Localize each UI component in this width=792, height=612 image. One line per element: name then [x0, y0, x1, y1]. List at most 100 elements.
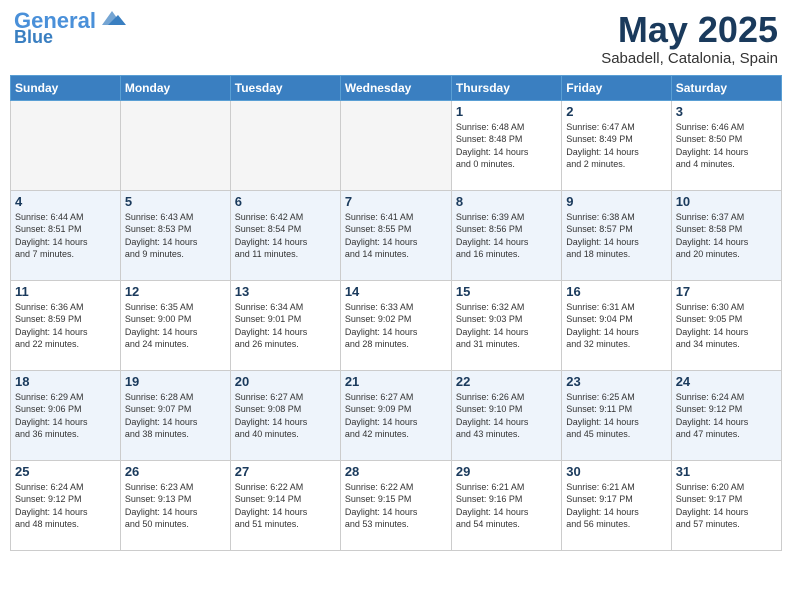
calendar-week-row: 11 Sunrise: 6:36 AM Sunset: 8:59 PM Dayli… [11, 280, 782, 370]
day-info: Sunrise: 6:39 AM Sunset: 8:56 PM Dayligh… [456, 211, 557, 261]
calendar-cell: 8 Sunrise: 6:39 AM Sunset: 8:56 PM Daylig… [451, 190, 561, 280]
calendar-subtitle: Sabadell, Catalonia, Spain [601, 50, 778, 67]
day-info: Sunrise: 6:26 AM Sunset: 9:10 PM Dayligh… [456, 391, 557, 441]
header: General Blue May 2025 Sabadell, Cataloni… [10, 10, 782, 67]
calendar-week-row: 18Sunrise: 6:29 AM Sunset: 9:06 PM Dayli… [11, 370, 782, 460]
calendar-week-row: 25 Sunrise: 6:24 AM Sunset: 9:12 PM Dayli… [11, 460, 782, 550]
day-info: Sunrise: 6:36 AM Sunset: 8:59 PM Dayligh… [15, 301, 116, 351]
day-number: 15 [456, 284, 557, 299]
weekday-header-saturday: Saturday [671, 75, 781, 100]
day-number: 27 [235, 464, 336, 479]
day-info: Sunrise: 6:44 AM Sunset: 8:51 PM Dayligh… [15, 211, 116, 261]
calendar-cell: 25 Sunrise: 6:24 AM Sunset: 9:12 PM Dayli… [11, 460, 121, 550]
day-info: Sunrise: 6:47 AM Sunset: 8:49 PM Dayligh… [566, 121, 666, 171]
calendar-cell: 28Sunrise: 6:22 AM Sunset: 9:15 PM Dayli… [340, 460, 451, 550]
day-number: 31 [676, 464, 777, 479]
day-info: Sunrise: 6:24 AM Sunset: 9:12 PM Dayligh… [676, 391, 777, 441]
day-info: Sunrise: 6:22 AM Sunset: 9:14 PM Dayligh… [235, 481, 336, 531]
title-area: May 2025 Sabadell, Catalonia, Spain [601, 10, 778, 67]
day-info: Sunrise: 6:37 AM Sunset: 8:58 PM Dayligh… [676, 211, 777, 261]
calendar-cell: 4 Sunrise: 6:44 AM Sunset: 8:51 PM Daylig… [11, 190, 121, 280]
day-info: Sunrise: 6:30 AM Sunset: 9:05 PM Dayligh… [676, 301, 777, 351]
day-number: 28 [345, 464, 447, 479]
calendar-cell: 16 Sunrise: 6:31 AM Sunset: 9:04 PM Dayli… [562, 280, 671, 370]
calendar-table: SundayMondayTuesdayWednesdayThursdayFrid… [10, 75, 782, 551]
calendar-cell: 26 Sunrise: 6:23 AM Sunset: 9:13 PM Dayli… [120, 460, 230, 550]
day-number: 4 [15, 194, 116, 209]
weekday-header-sunday: Sunday [11, 75, 121, 100]
day-info: Sunrise: 6:20 AM Sunset: 9:17 PM Dayligh… [676, 481, 777, 531]
day-number: 8 [456, 194, 557, 209]
calendar-cell: 12Sunrise: 6:35 AM Sunset: 9:00 PM Dayli… [120, 280, 230, 370]
day-number: 22 [456, 374, 557, 389]
day-number: 14 [345, 284, 447, 299]
day-number: 10 [676, 194, 777, 209]
calendar-cell [340, 100, 451, 190]
calendar-cell: 2 Sunrise: 6:47 AM Sunset: 8:49 PM Daylig… [562, 100, 671, 190]
day-info: Sunrise: 6:34 AM Sunset: 9:01 PM Dayligh… [235, 301, 336, 351]
weekday-header-friday: Friday [562, 75, 671, 100]
day-number: 18 [15, 374, 116, 389]
day-number: 7 [345, 194, 447, 209]
calendar-cell: 5Sunrise: 6:43 AM Sunset: 8:53 PM Daylig… [120, 190, 230, 280]
calendar-cell: 31 Sunrise: 6:20 AM Sunset: 9:17 PM Dayli… [671, 460, 781, 550]
calendar-cell: 18Sunrise: 6:29 AM Sunset: 9:06 PM Dayli… [11, 370, 121, 460]
day-info: Sunrise: 6:24 AM Sunset: 9:12 PM Dayligh… [15, 481, 116, 531]
day-number: 13 [235, 284, 336, 299]
day-number: 21 [345, 374, 447, 389]
day-info: Sunrise: 6:23 AM Sunset: 9:13 PM Dayligh… [125, 481, 226, 531]
calendar-cell: 6 Sunrise: 6:42 AM Sunset: 8:54 PM Daylig… [230, 190, 340, 280]
day-number: 6 [235, 194, 336, 209]
day-number: 5 [125, 194, 226, 209]
day-number: 11 [15, 284, 116, 299]
day-info: Sunrise: 6:27 AM Sunset: 9:08 PM Dayligh… [235, 391, 336, 441]
calendar-week-row: 1 Sunrise: 6:48 AM Sunset: 8:48 PM Daylig… [11, 100, 782, 190]
day-number: 19 [125, 374, 226, 389]
day-info: Sunrise: 6:27 AM Sunset: 9:09 PM Dayligh… [345, 391, 447, 441]
day-number: 29 [456, 464, 557, 479]
calendar-cell [230, 100, 340, 190]
day-number: 9 [566, 194, 666, 209]
day-number: 23 [566, 374, 666, 389]
day-number: 3 [676, 104, 777, 119]
calendar-title: May 2025 [601, 10, 778, 50]
day-info: Sunrise: 6:48 AM Sunset: 8:48 PM Dayligh… [456, 121, 557, 171]
calendar-cell [11, 100, 121, 190]
day-number: 17 [676, 284, 777, 299]
day-info: Sunrise: 6:33 AM Sunset: 9:02 PM Dayligh… [345, 301, 447, 351]
day-number: 26 [125, 464, 226, 479]
day-info: Sunrise: 6:31 AM Sunset: 9:04 PM Dayligh… [566, 301, 666, 351]
calendar-cell: 20 Sunrise: 6:27 AM Sunset: 9:08 PM Dayli… [230, 370, 340, 460]
calendar-cell: 13 Sunrise: 6:34 AM Sunset: 9:01 PM Dayli… [230, 280, 340, 370]
day-info: Sunrise: 6:32 AM Sunset: 9:03 PM Dayligh… [456, 301, 557, 351]
day-number: 16 [566, 284, 666, 299]
weekday-header-wednesday: Wednesday [340, 75, 451, 100]
day-info: Sunrise: 6:28 AM Sunset: 9:07 PM Dayligh… [125, 391, 226, 441]
logo-blue: Blue [14, 28, 53, 46]
day-number: 20 [235, 374, 336, 389]
calendar-cell: 29Sunrise: 6:21 AM Sunset: 9:16 PM Dayli… [451, 460, 561, 550]
calendar-cell: 11 Sunrise: 6:36 AM Sunset: 8:59 PM Dayli… [11, 280, 121, 370]
day-number: 2 [566, 104, 666, 119]
calendar-cell: 1 Sunrise: 6:48 AM Sunset: 8:48 PM Daylig… [451, 100, 561, 190]
calendar-cell: 3Sunrise: 6:46 AM Sunset: 8:50 PM Daylig… [671, 100, 781, 190]
day-number: 25 [15, 464, 116, 479]
calendar-cell: 22 Sunrise: 6:26 AM Sunset: 9:10 PM Dayli… [451, 370, 561, 460]
calendar-cell: 19 Sunrise: 6:28 AM Sunset: 9:07 PM Dayli… [120, 370, 230, 460]
weekday-header-thursday: Thursday [451, 75, 561, 100]
calendar-cell: 24Sunrise: 6:24 AM Sunset: 9:12 PM Dayli… [671, 370, 781, 460]
day-info: Sunrise: 6:38 AM Sunset: 8:57 PM Dayligh… [566, 211, 666, 261]
logo: General Blue [14, 10, 126, 46]
day-info: Sunrise: 6:35 AM Sunset: 9:00 PM Dayligh… [125, 301, 226, 351]
calendar-cell: 14 Sunrise: 6:33 AM Sunset: 9:02 PM Dayli… [340, 280, 451, 370]
day-info: Sunrise: 6:25 AM Sunset: 9:11 PM Dayligh… [566, 391, 666, 441]
weekday-header-row: SundayMondayTuesdayWednesdayThursdayFrid… [11, 75, 782, 100]
calendar-week-row: 4 Sunrise: 6:44 AM Sunset: 8:51 PM Daylig… [11, 190, 782, 280]
calendar-cell: 30Sunrise: 6:21 AM Sunset: 9:17 PM Dayli… [562, 460, 671, 550]
day-info: Sunrise: 6:42 AM Sunset: 8:54 PM Dayligh… [235, 211, 336, 261]
weekday-header-monday: Monday [120, 75, 230, 100]
day-number: 1 [456, 104, 557, 119]
calendar-cell [120, 100, 230, 190]
calendar-body: 1 Sunrise: 6:48 AM Sunset: 8:48 PM Daylig… [11, 100, 782, 550]
calendar-cell: 23 Sunrise: 6:25 AM Sunset: 9:11 PM Dayli… [562, 370, 671, 460]
